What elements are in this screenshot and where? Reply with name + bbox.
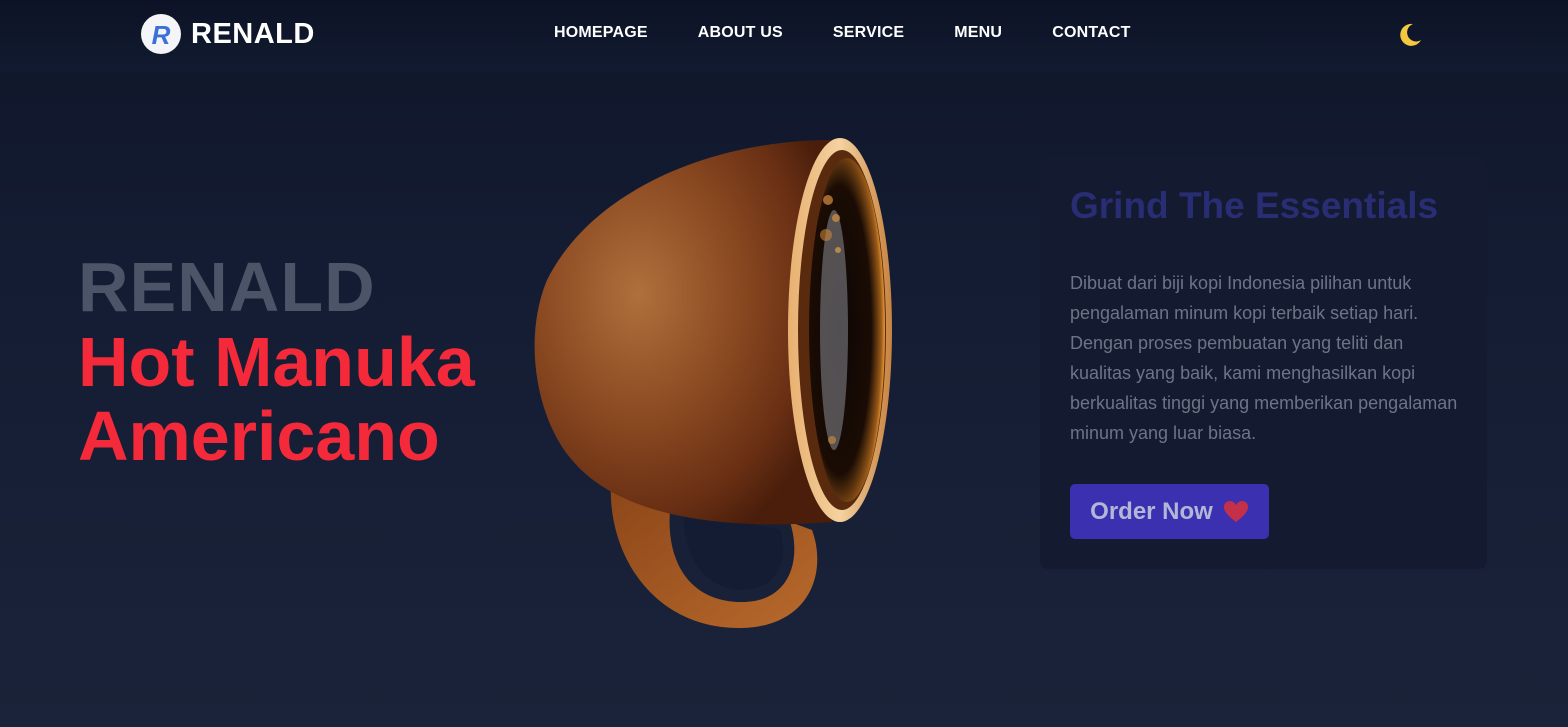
heart-icon [1223, 500, 1248, 522]
hero-heading: RENALD Hot Manuka Americano [78, 248, 475, 474]
nav-link-service[interactable]: SERVICE [833, 24, 904, 42]
moon-icon[interactable] [1394, 20, 1424, 50]
order-now-label: Order Now [1090, 497, 1213, 525]
nav-link-about-us[interactable]: ABOUT US [698, 24, 783, 42]
order-now-button[interactable]: Order Now [1070, 484, 1269, 539]
hero-product-line2: Americano [78, 397, 440, 475]
info-card: Grind The Essentials Dibuat dari biji ko… [1040, 158, 1487, 569]
nav-link-menu[interactable]: MENU [954, 24, 1002, 42]
svg-text:R: R [152, 20, 171, 50]
brand-link[interactable]: R RENALD [141, 14, 315, 54]
card-description: Dibuat dari biji kopi Indonesia pilihan … [1070, 273, 1458, 443]
main-nav: HOMEPAGE ABOUT US SERVICE MENU CONTACT [554, 24, 1131, 42]
navbar: R RENALD HOMEPAGE ABOUT US SERVICE MENU … [0, 0, 1568, 72]
logo-icon: R [141, 14, 181, 54]
nav-link-contact[interactable]: CONTACT [1052, 24, 1130, 42]
nav-link-homepage[interactable]: HOMEPAGE [554, 24, 648, 42]
brand-name: RENALD [191, 17, 315, 50]
hero-brand: RENALD [78, 248, 376, 326]
card-title: Grind The Essentials [1070, 185, 1439, 226]
hero-product-line1: Hot Manuka [78, 323, 475, 401]
coffee-cup-image [532, 130, 902, 640]
